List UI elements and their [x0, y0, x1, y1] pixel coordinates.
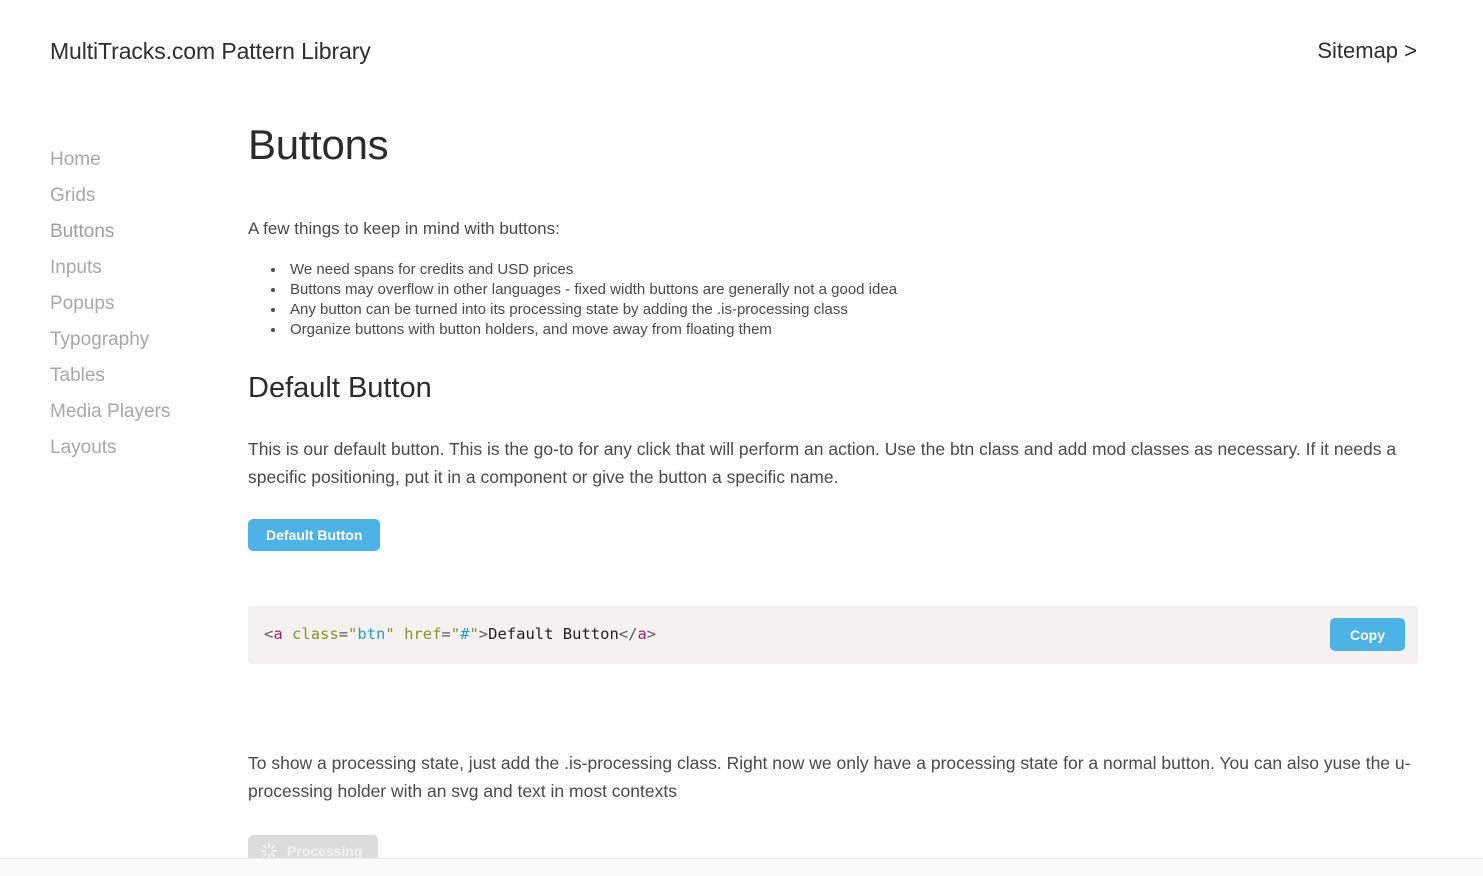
sidebar-item-layouts[interactable]: Layouts: [50, 430, 248, 466]
code-token-equals: =: [338, 626, 349, 643]
sidebar-item-inputs[interactable]: Inputs: [50, 250, 248, 286]
code-token-quote-close: ": [469, 626, 479, 643]
sidebar-item-popups[interactable]: Popups: [50, 286, 248, 322]
page-body: Home Grids Buttons Inputs Popups Typogra…: [0, 110, 1483, 867]
copy-button[interactable]: Copy: [1330, 618, 1405, 652]
code-token-open-angle: <: [264, 626, 274, 643]
default-button-description: This is our default button. This is the …: [248, 438, 1397, 487]
code-token-value-btn: btn: [357, 626, 386, 643]
list-item: Organize buttons with button holders, an…: [286, 320, 1418, 340]
sidebar-list: Home Grids Buttons Inputs Popups Typogra…: [50, 142, 248, 466]
page-title: Buttons: [248, 121, 389, 168]
list-item: Buttons may overflow in other languages …: [286, 280, 1418, 300]
default-button-holder: Default Button: [248, 518, 1418, 551]
sidebar-list-item: Tables: [50, 358, 248, 394]
code-snippet-block: <a class="btn" href="#">Default Button</…: [248, 605, 1418, 664]
code-token-closing-tag-name: a: [637, 626, 647, 643]
code-token-quote-open: ": [450, 626, 461, 643]
code-token-quote-close: ": [385, 626, 395, 643]
list-item: We need spans for credits and USD prices: [286, 260, 1418, 280]
code-token-close-angle: >: [478, 626, 489, 643]
code-token-attr-href: href: [404, 626, 442, 643]
list-item: Any button can be turned into its proces…: [286, 300, 1418, 320]
sidebar-list-item: Typography: [50, 322, 248, 358]
sidebar-item-grids[interactable]: Grids: [50, 178, 248, 214]
sidebar-nav: Home Grids Buttons Inputs Popups Typogra…: [0, 110, 248, 858]
processing-description: To show a processing state, just add the…: [248, 752, 1411, 801]
processing-button-label: Processing: [287, 842, 363, 859]
code-token-quote-open: ": [348, 626, 358, 643]
sidebar-list-item: Inputs: [50, 250, 248, 286]
section-title-default-button: Default Button: [248, 371, 432, 404]
sidebar-list-item: Popups: [50, 286, 248, 322]
sidebar-item-typography[interactable]: Typography: [50, 322, 248, 358]
sidebar-list-item: Home: [50, 142, 248, 178]
notes-list: We need spans for credits and USD prices…: [248, 260, 1418, 340]
sitemap-link[interactable]: Sitemap >: [1317, 38, 1417, 64]
footer-strip: [0, 859, 1483, 876]
code-token-attr-class: class: [292, 626, 339, 643]
sidebar-list-item: Buttons: [50, 214, 248, 250]
code-snippet-text: <a class="btn" href="#">Default Button</…: [264, 627, 656, 643]
code-token-closing-close: >: [646, 626, 657, 643]
main-content: Buttons A few things to keep in mind wit…: [248, 110, 1483, 867]
sidebar-item-media-players[interactable]: Media Players: [50, 394, 248, 430]
default-button[interactable]: Default Button: [248, 518, 381, 551]
sidebar-list-item: Media Players: [50, 394, 248, 430]
code-token-inner-text: Default Button: [488, 626, 619, 643]
code-token-equals: =: [441, 626, 451, 643]
sidebar-item-tables[interactable]: Tables: [50, 358, 248, 394]
site-header: MultiTracks.com Pattern Library Sitemap …: [0, 0, 1483, 110]
code-token-closing-open: </: [618, 626, 638, 643]
sidebar-list-item: Grids: [50, 178, 248, 214]
sidebar-item-buttons[interactable]: Buttons: [50, 214, 248, 250]
code-token-tag-name: a: [273, 626, 283, 643]
sidebar-item-home[interactable]: Home: [50, 142, 248, 178]
sidebar-list-item: Layouts: [50, 430, 248, 466]
intro-text: A few things to keep in mind with button…: [248, 219, 560, 239]
site-title: MultiTracks.com Pattern Library: [50, 38, 371, 64]
